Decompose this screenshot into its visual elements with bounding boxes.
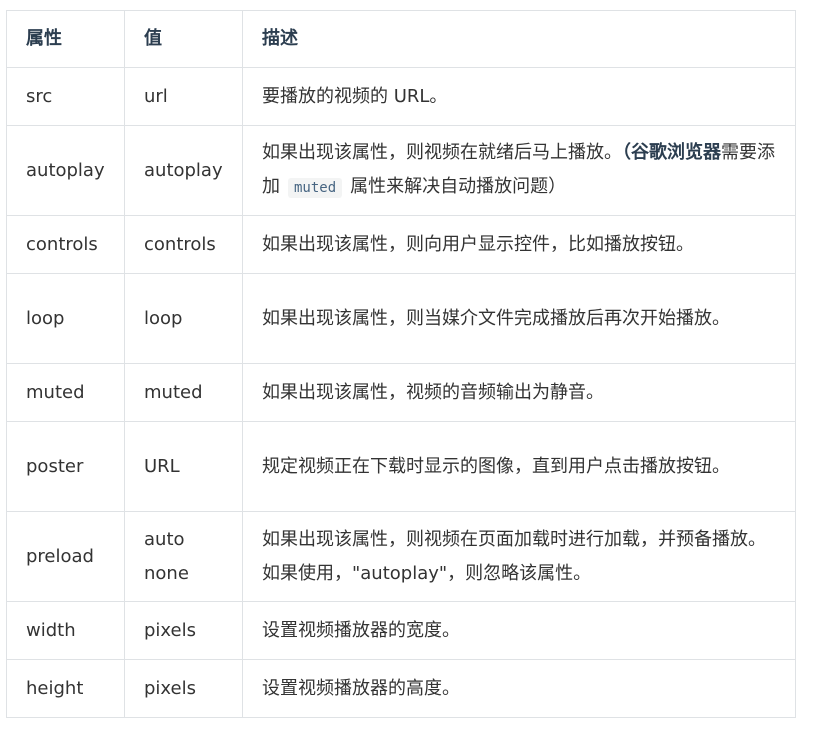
table-row: muted muted 如果出现该属性，视频的音频输出为静音。 xyxy=(6,363,796,422)
desc-cell: 如果出现该属性，则向用户显示控件，比如播放按钮。 xyxy=(242,215,796,274)
value-cell: loop xyxy=(124,273,243,364)
value-cell: URL xyxy=(124,421,243,512)
desc-cell: 如果出现该属性，则当媒介文件完成播放后再次开始播放。 xyxy=(242,273,796,364)
attr-cell: height xyxy=(6,659,125,718)
table-row: preload auto none 如果出现该属性，则视频在页面加载时进行加载，… xyxy=(6,511,796,602)
desc-text: 属性来解决自动播放问题） xyxy=(350,176,567,197)
table-header-row: 属性 值 描述 xyxy=(6,10,796,68)
desc-cell: 如果出现该属性，视频的音频输出为静音。 xyxy=(242,363,796,422)
table-row: controls controls 如果出现该属性，则向用户显示控件，比如播放按… xyxy=(6,215,796,274)
video-attributes-table: 属性 值 描述 src url 要播放的视频的 URL。 autoplay au… xyxy=(6,10,796,718)
table-row: poster URL 规定视频正在下载时显示的图像，直到用户点击播放按钮。 xyxy=(6,421,796,512)
desc-cell: 如果出现该属性，则视频在就绪后马上播放。（谷歌浏览器需要添加 muted 属性来解决… xyxy=(242,125,796,216)
desc-bold-note: （谷歌浏览器 xyxy=(622,142,721,163)
table-row: autoplay autoplay 如果出现该属性，则视频在就绪后马上播放。（谷… xyxy=(6,125,796,216)
value-cell: controls xyxy=(124,215,243,274)
header-value: 值 xyxy=(124,10,243,68)
desc-cell: 如果出现该属性，则视频在页面加载时进行加载，并预备播放。如果使用，"autopl… xyxy=(242,511,796,602)
value-cell: url xyxy=(124,67,243,126)
value-cell: auto none xyxy=(124,511,243,602)
attr-cell: src xyxy=(6,67,125,126)
value-cell: muted xyxy=(124,363,243,422)
desc-cell: 设置视频播放器的高度。 xyxy=(242,659,796,718)
value-option: auto xyxy=(144,528,185,550)
desc-cell: 规定视频正在下载时显示的图像，直到用户点击播放按钮。 xyxy=(242,421,796,512)
attr-cell: autoplay xyxy=(6,125,125,216)
header-description: 描述 xyxy=(242,10,796,68)
desc-cell: 设置视频播放器的宽度。 xyxy=(242,601,796,660)
table-row: height pixels 设置视频播放器的高度。 xyxy=(6,659,796,718)
attr-cell: preload xyxy=(6,511,125,602)
header-attribute: 属性 xyxy=(6,10,125,68)
attr-cell: loop xyxy=(6,273,125,364)
inline-code: muted xyxy=(288,178,343,198)
attr-cell: poster xyxy=(6,421,125,512)
table-row: width pixels 设置视频播放器的宽度。 xyxy=(6,601,796,660)
value-cell: pixels xyxy=(124,659,243,718)
value-cell: autoplay xyxy=(124,125,243,216)
desc-cell: 要播放的视频的 URL。 xyxy=(242,67,796,126)
value-cell: pixels xyxy=(124,601,243,660)
desc-text: 如果出现该属性，则视频在就绪后马上播放。 xyxy=(262,142,622,163)
value-option: none xyxy=(144,562,189,584)
table-row: loop loop 如果出现该属性，则当媒介文件完成播放后再次开始播放。 xyxy=(6,273,796,364)
table-row: src url 要播放的视频的 URL。 xyxy=(6,67,796,126)
attr-cell: controls xyxy=(6,215,125,274)
attr-cell: width xyxy=(6,601,125,660)
attr-cell: muted xyxy=(6,363,125,422)
